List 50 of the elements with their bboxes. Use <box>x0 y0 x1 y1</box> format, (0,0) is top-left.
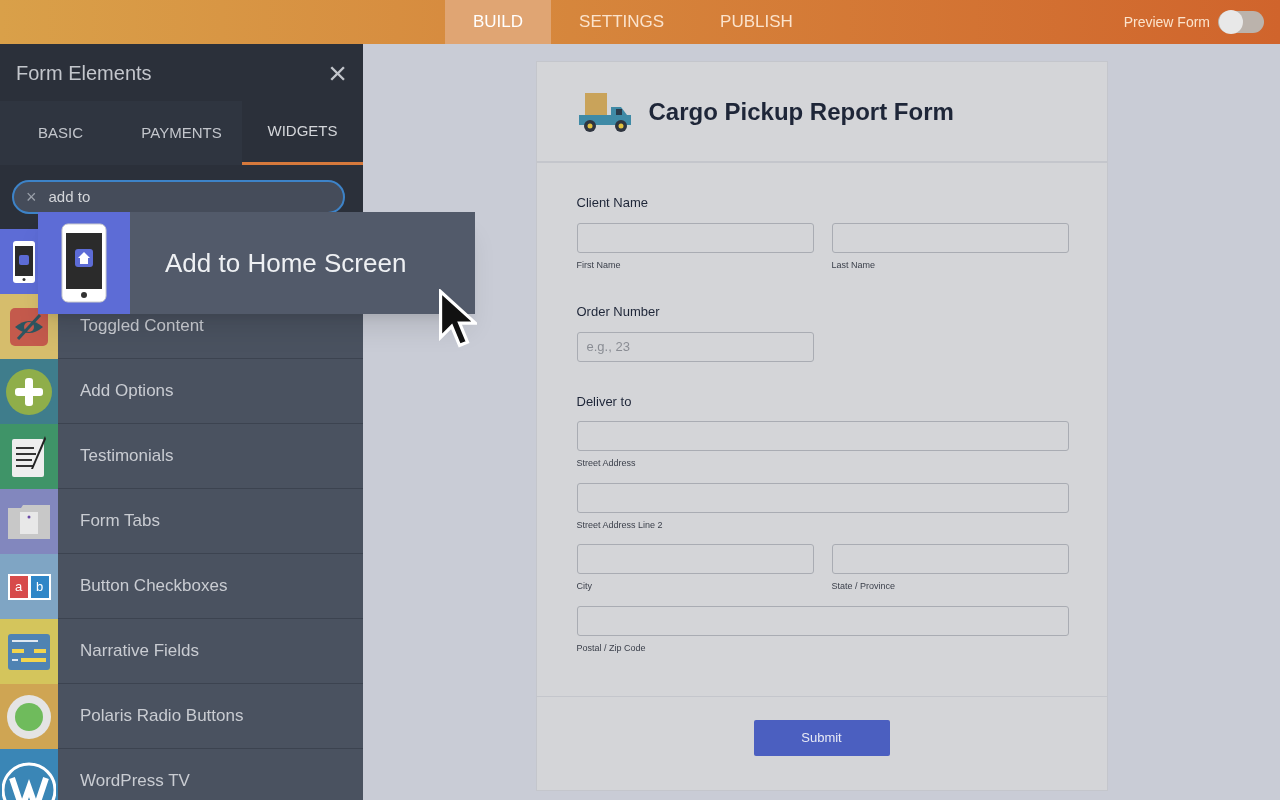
element-tab[interactable]: PAYMENTS <box>121 101 242 165</box>
preview-toggle[interactable] <box>1218 11 1264 33</box>
widget-label: Testimonials <box>80 445 174 468</box>
fill-in-blanks-icon <box>8 633 50 670</box>
w-logo-icon <box>2 761 56 800</box>
field-sublabel: Postal / Zip Code <box>576 641 647 655</box>
form-title: Cargo Pickup Report Form <box>648 96 954 127</box>
widget-label: Add to Home Screen <box>165 246 407 280</box>
dragged-widget[interactable]: Add to Home Screen <box>38 212 475 314</box>
plus-icon <box>5 367 53 416</box>
phone-icon <box>61 223 107 303</box>
text-field[interactable] <box>576 421 1069 451</box>
search-text: add to <box>48 186 91 207</box>
text-field[interactable] <box>831 544 1069 574</box>
text-field[interactable] <box>576 544 814 574</box>
sidebar-title: Form Elements <box>16 60 152 86</box>
document-quill-icon <box>11 434 47 479</box>
field-sublabel: First Name <box>576 258 622 272</box>
close-button[interactable]: × <box>328 56 347 89</box>
clear-button[interactable]: × <box>26 188 37 206</box>
widget-label: Toggled Content <box>80 315 204 338</box>
folder-icon <box>7 503 51 540</box>
text-field[interactable] <box>576 222 814 253</box>
field-sublabel: Street Address <box>576 457 637 470</box>
field-label: Client Name <box>576 194 650 212</box>
radio-icon <box>6 693 52 740</box>
widget-label: Add Options <box>80 380 174 403</box>
widget-label: Button Checkboxes <box>80 575 228 598</box>
widget-label: WordPress TV <box>80 770 190 793</box>
field-sublabel: Street Address Line 2 <box>576 518 664 532</box>
text-field[interactable] <box>576 605 1069 636</box>
letter-buttons-icon: a b <box>7 573 51 600</box>
field-sublabel: Last Name <box>831 258 877 272</box>
field-label: Deliver to <box>576 392 633 411</box>
truck-icon <box>576 90 633 133</box>
widget-label: Narrative Fields <box>80 640 200 663</box>
element-tab[interactable]: BASIC <box>0 101 121 165</box>
text-field[interactable]: e.g., 23 <box>576 331 814 362</box>
text-field[interactable] <box>576 482 1069 513</box>
submit-button[interactable]: Submit <box>753 720 890 756</box>
search-field[interactable]: × add to <box>12 180 345 214</box>
widget-label: Polaris Radio Buttons <box>80 705 244 728</box>
field-sublabel: City <box>576 580 593 593</box>
eye-icon <box>9 306 49 347</box>
text-field[interactable] <box>831 222 1069 253</box>
preview-label: Preview Form <box>1123 12 1210 32</box>
field-label: Order Number <box>576 303 661 321</box>
field-sublabel: State / Province <box>831 580 897 593</box>
widget-label: Form Tabs <box>80 510 160 533</box>
element-tab[interactable]: WIDGETS <box>242 101 363 165</box>
